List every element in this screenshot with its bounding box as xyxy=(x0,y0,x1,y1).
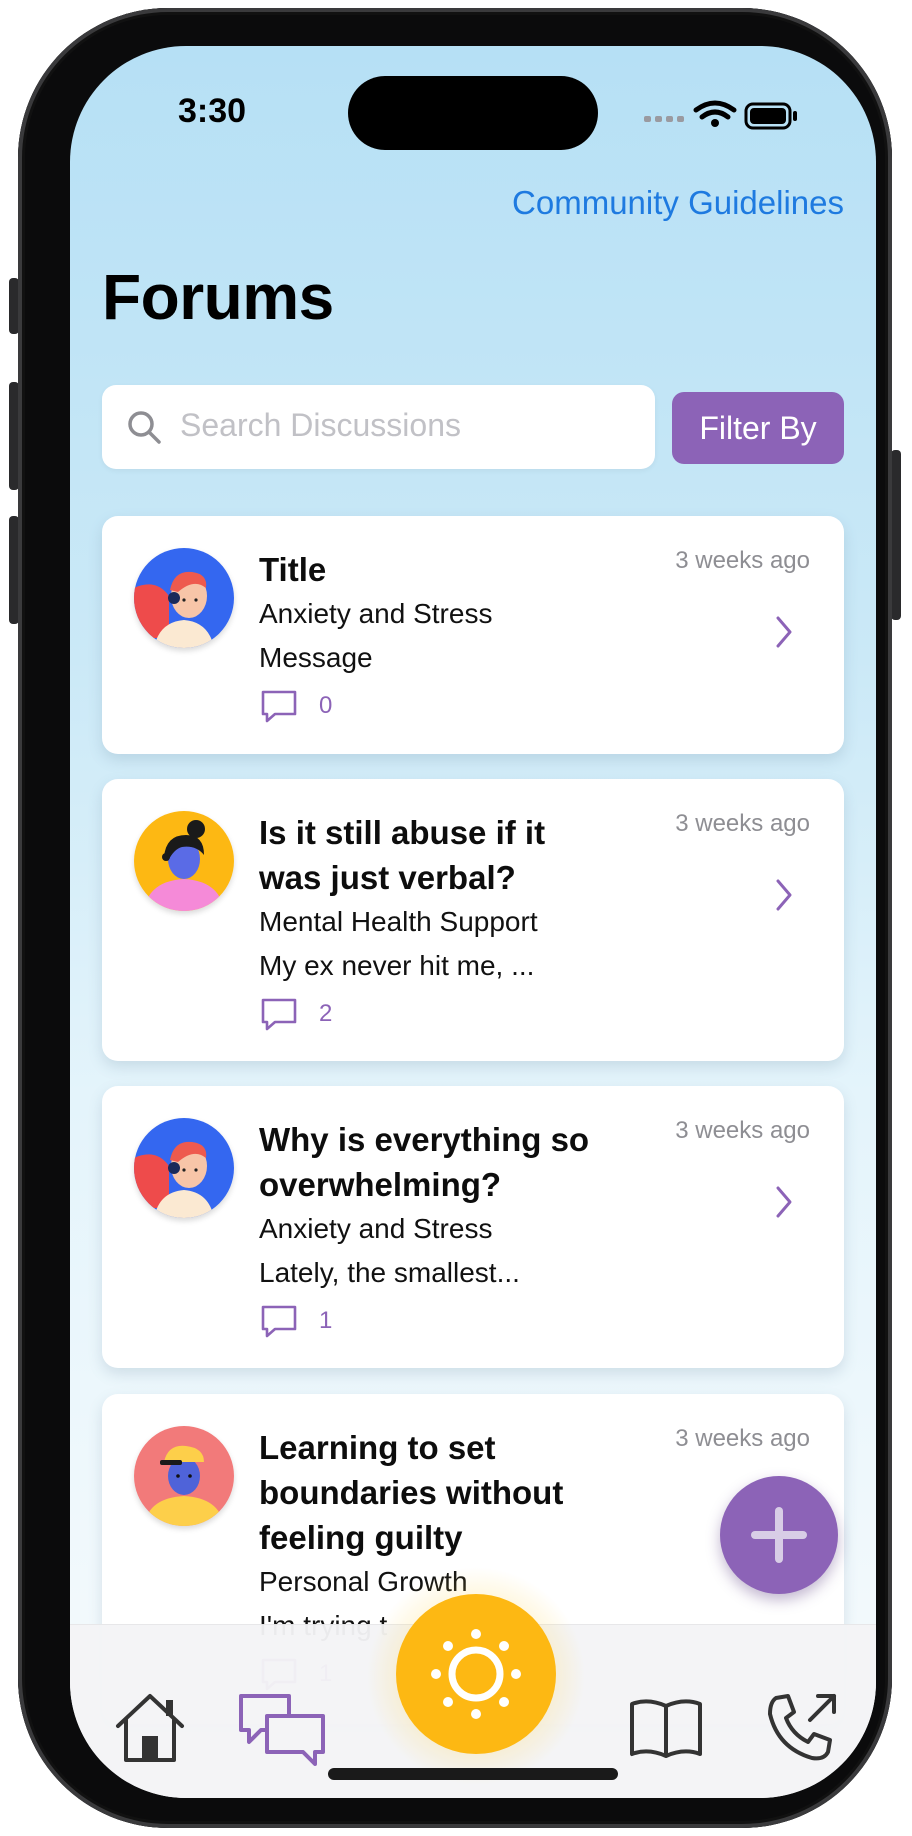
comment-count-value: 0 xyxy=(319,692,333,719)
comment-icon xyxy=(261,1305,297,1338)
post-time: 3 weeks ago xyxy=(675,1425,810,1452)
cap-avatar xyxy=(134,1426,234,1526)
post-message: Lately, the smallest... xyxy=(259,1257,520,1288)
dynamic-island xyxy=(348,76,598,150)
forums-icon[interactable] xyxy=(236,1688,328,1768)
post-card[interactable]: Is it still abuse if it was just verbal?… xyxy=(102,779,844,1061)
battery-icon xyxy=(744,102,797,130)
comment-count-value: 1 xyxy=(319,1307,333,1334)
comment-count-value: 2 xyxy=(319,1000,333,1027)
comment-icon xyxy=(261,690,297,723)
screen: 3:30 Community Guidelines Forums Search … xyxy=(70,46,876,1798)
blue-headset-avatar xyxy=(134,548,234,648)
search-placeholder: Search Discussions xyxy=(180,407,461,443)
post-title: Why is everything so overwhelming? xyxy=(259,1121,590,1203)
post-time: 3 weeks ago xyxy=(675,547,810,574)
chevron-right-icon xyxy=(776,616,792,648)
post-time: 3 weeks ago xyxy=(675,1117,810,1144)
book-icon[interactable] xyxy=(626,1688,706,1768)
status-time: 3:30 xyxy=(178,92,247,130)
filter-button[interactable]: Filter By xyxy=(672,392,844,464)
page-title: Forums xyxy=(102,261,334,333)
post-card[interactable]: Title 3 weeks ago Anxiety and Stress Mes… xyxy=(102,516,844,754)
search-input[interactable]: Search Discussions xyxy=(102,385,655,469)
post-card[interactable]: Why is everything so overwhelming? 3 wee… xyxy=(102,1086,844,1368)
post-title: Learning to set boundaries without feeli… xyxy=(259,1429,564,1556)
home-indicator[interactable] xyxy=(328,1768,618,1780)
post-title: Title xyxy=(259,551,327,588)
post-category: Anxiety and Stress xyxy=(259,1213,493,1244)
chevron-right-icon xyxy=(776,879,792,911)
phone-outgoing-icon[interactable] xyxy=(762,1688,842,1768)
post-category: Anxiety and Stress xyxy=(259,598,493,629)
sun-button[interactable] xyxy=(396,1594,556,1754)
wifi-icon xyxy=(693,100,737,120)
post-title: Is it still abuse if it was just verbal? xyxy=(259,814,546,896)
search-icon xyxy=(128,411,161,444)
post-message: Message xyxy=(259,642,373,673)
status-icons xyxy=(644,100,797,130)
yellow-bun-avatar xyxy=(134,811,234,911)
power-button xyxy=(891,450,901,620)
post-category: Mental Health Support xyxy=(259,906,538,937)
post-time: 3 weeks ago xyxy=(675,810,810,837)
phone-frame: 3:30 Community Guidelines Forums Search … xyxy=(18,8,892,1828)
blue-headset-avatar xyxy=(134,1118,234,1218)
home-icon[interactable] xyxy=(110,1688,190,1768)
chevron-right-icon xyxy=(776,1186,792,1218)
sun-icon xyxy=(431,1629,521,1719)
comment-icon xyxy=(261,998,297,1031)
post-message: My ex never hit me, ... xyxy=(259,950,535,981)
cellular-signal-icon xyxy=(644,116,684,122)
community-guidelines-link[interactable]: Community Guidelines xyxy=(512,184,844,222)
plus-icon xyxy=(751,1507,807,1563)
new-post-button[interactable] xyxy=(720,1476,838,1594)
